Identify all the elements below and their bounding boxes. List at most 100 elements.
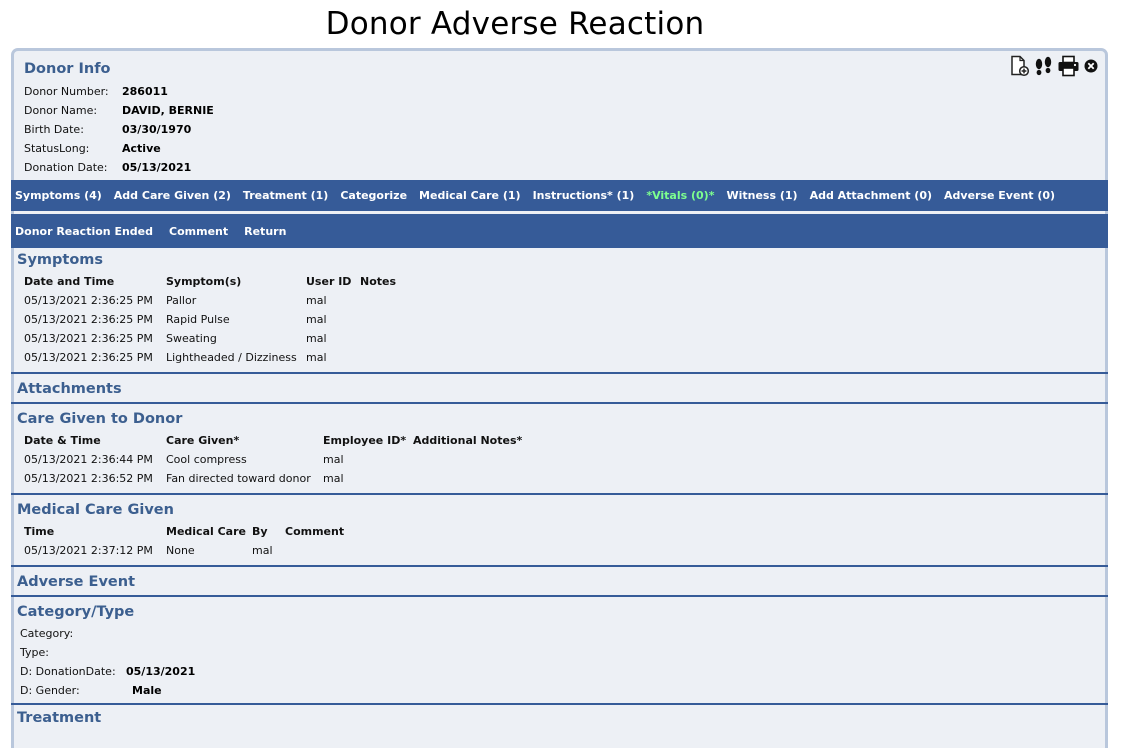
cell-comment [285,541,344,560]
medical-care-table: Time Medical Care By Comment 05/13/2021 … [24,522,344,560]
status-value: Active [122,142,161,155]
col-employee-id: Employee ID* [323,434,407,447]
d-donation-date-value: 05/13/2021 [126,665,196,678]
donor-name-label: Donor Name: [24,104,98,117]
symptoms-table: Date and Time Symptom(s) User ID Notes 0… [24,272,396,367]
medical-care-title: Medical Care Given [17,502,174,518]
cell-notes [360,310,396,329]
col-notes: Notes [360,275,397,288]
donor-name-value: DAVID, BERNIE [122,104,214,117]
nav-categorize[interactable]: Categorize [340,189,407,202]
cell-user-id: mal [306,351,327,364]
nav-witness[interactable]: Witness (1) [726,189,797,202]
cell-date-time: 05/13/2021 2:36:25 PM [24,332,153,345]
nav-symptoms[interactable]: Symptoms (4) [15,189,102,202]
secondary-nav: Donor Reaction Ended Comment Return [11,214,1108,248]
cell-date-time: 05/13/2021 2:36:25 PM [24,313,153,326]
table-header: Date & Time Care Given* Employee ID* Add… [24,431,522,450]
attachments-title: Attachments [17,381,122,397]
care-given-table: Date & Time Care Given* Employee ID* Add… [24,431,522,488]
cell-date-time: 05/13/2021 2:36:25 PM [24,351,153,364]
d-gender-label: D: Gender: [20,684,80,697]
cell-time: 05/13/2021 2:37:12 PM [24,544,153,557]
cell-symptom: Rapid Pulse [166,313,230,326]
page-title: Donor Adverse Reaction [325,6,705,42]
nav-add-attachment[interactable]: Add Attachment (0) [810,189,932,202]
col-time: Time [24,525,55,538]
table-header: Date and Time Symptom(s) User ID Notes [24,272,396,291]
cell-date-time: 05/13/2021 2:36:52 PM [24,472,153,485]
cell-notes [360,291,396,310]
cell-symptom: Lightheaded / Dizziness [166,351,297,364]
nav-medical-care[interactable]: Medical Care (1) [419,189,521,202]
cell-symptom: Sweating [166,332,217,345]
divider [11,402,1108,404]
divider [11,493,1108,495]
col-additional-notes: Additional Notes* [413,434,523,447]
printer-icon[interactable] [1057,55,1080,77]
category-label: Category: [20,627,74,640]
type-label: Type: [20,646,49,659]
col-medical-care: Medical Care [166,525,246,538]
table-row: 05/13/2021 2:36:25 PM Rapid Pulse mal [24,310,396,329]
cell-care-given: Cool compress [166,453,247,466]
d-gender-value: Male [132,684,162,697]
divider [11,565,1108,567]
col-date-time: Date and Time [24,275,115,288]
table-row: 05/13/2021 2:36:25 PM Sweating mal [24,329,396,348]
col-user-id: User ID [306,275,352,288]
divider [11,595,1108,597]
cell-date-time: 05/13/2021 2:36:25 PM [24,294,153,307]
birth-date-value: 03/30/1970 [122,123,192,136]
donor-number-label: Donor Number: [24,85,109,98]
category-type-title: Category/Type [17,604,135,620]
table-header: Time Medical Care By Comment [24,522,344,541]
cell-medical-care: None [166,544,195,557]
treatment-title: Treatment [17,710,102,726]
col-symptoms: Symptom(s) [166,275,242,288]
nav-comment[interactable]: Comment [169,225,228,238]
col-by: By [252,525,268,538]
symptoms-title: Symptoms [17,252,104,268]
cell-notes [360,329,396,348]
nav-instructions[interactable]: Instructions* (1) [533,189,635,202]
nav-return[interactable]: Return [244,225,286,238]
toolbar [1009,55,1099,77]
nav-vitals[interactable]: *Vitals (0)* [646,189,714,202]
nav-donor-reaction-ended[interactable]: Donor Reaction Ended [15,225,153,238]
table-row: 05/13/2021 2:37:12 PM None mal [24,541,344,560]
nav-adverse-event[interactable]: Adverse Event (0) [944,189,1055,202]
table-row: 05/13/2021 2:36:25 PM Lightheaded / Dizz… [24,348,396,367]
cell-employee-id: mal [323,472,344,485]
new-document-icon[interactable] [1009,55,1030,77]
close-circle-icon[interactable] [1083,55,1099,77]
table-row: 05/13/2021 2:36:25 PM Pallor mal [24,291,396,310]
care-given-title: Care Given to Donor [17,411,183,427]
cell-by: mal [252,544,273,557]
cell-care-given: Fan directed toward donor [166,472,311,485]
cell-date-time: 05/13/2021 2:36:44 PM [24,453,153,466]
cell-notes [360,348,396,367]
birth-date-label: Birth Date: [24,123,84,136]
donor-number-value: 286011 [122,85,168,98]
col-date-time: Date & Time [24,434,101,447]
divider [11,703,1108,705]
divider [11,372,1108,374]
cell-user-id: mal [306,294,327,307]
col-comment: Comment [285,525,345,538]
nav-treatment[interactable]: Treatment (1) [243,189,328,202]
donation-date-value: 05/13/2021 [122,161,192,174]
footprints-icon[interactable] [1033,55,1054,77]
cell-notes [413,450,522,469]
adverse-reaction-panel: Donor Info Donor Number: 286011 Donor Na… [11,48,1108,748]
table-row: 05/13/2021 2:36:44 PM Cool compress mal [24,450,522,469]
adverse-event-title: Adverse Event [17,574,135,590]
cell-employee-id: mal [323,453,344,466]
d-donation-date-label: D: DonationDate: [20,665,116,678]
cell-notes [413,469,522,488]
cell-user-id: mal [306,313,327,326]
col-care-given: Care Given* [166,434,240,447]
cell-user-id: mal [306,332,327,345]
cell-symptom: Pallor [166,294,197,307]
nav-add-care-given[interactable]: Add Care Given (2) [114,189,231,202]
